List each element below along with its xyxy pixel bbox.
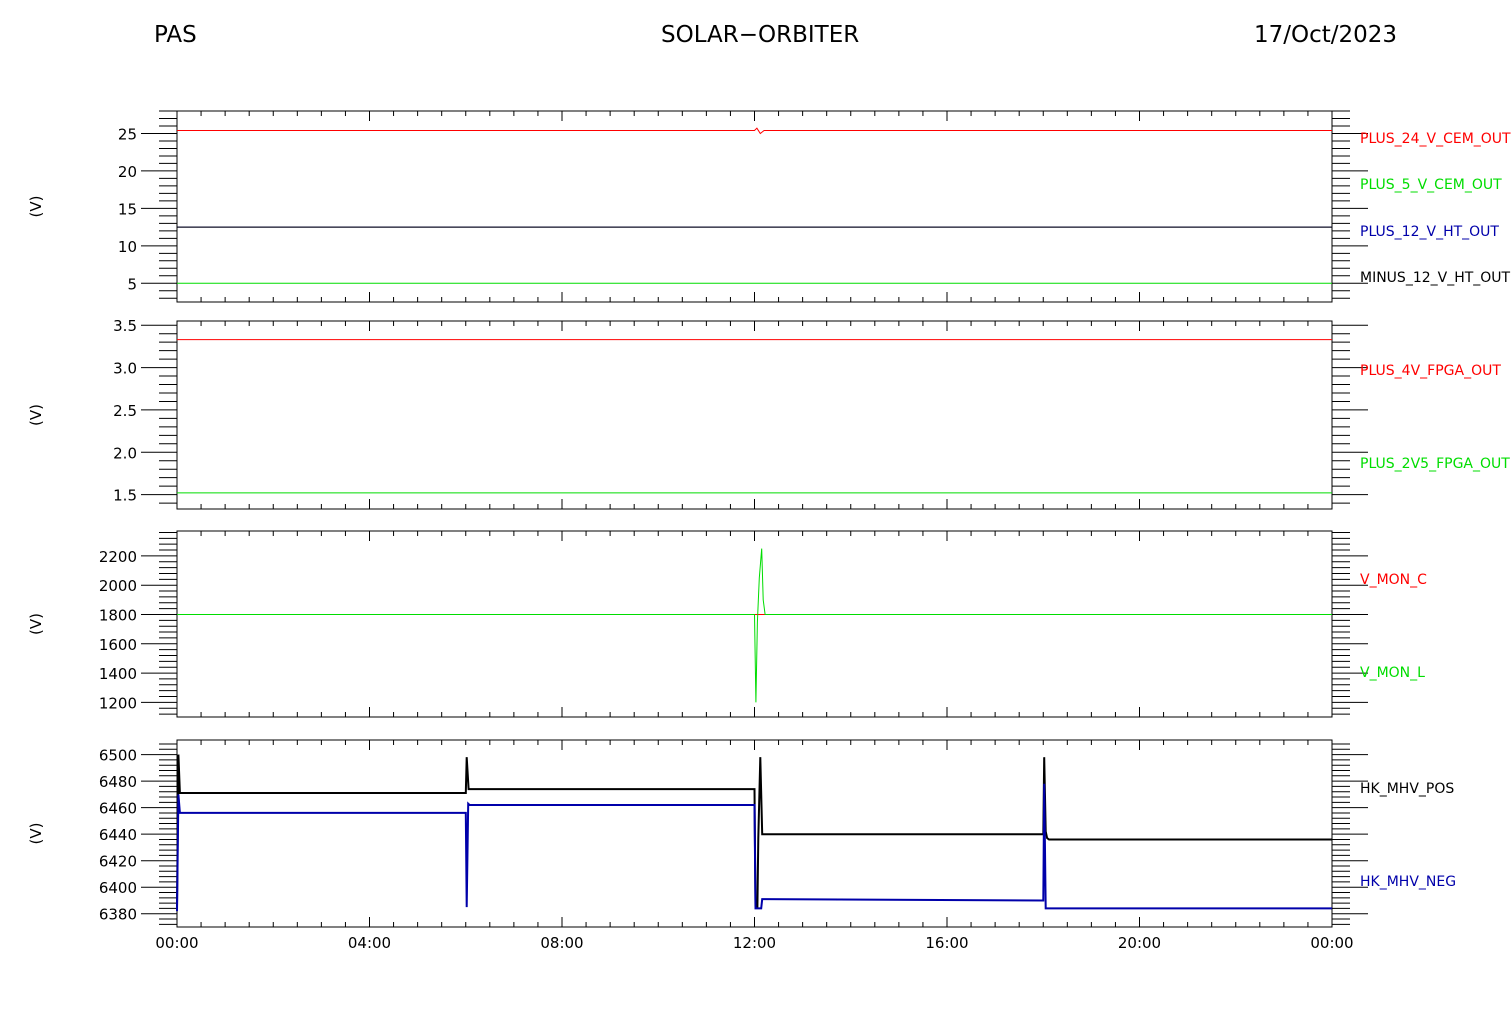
y-tick-label: 2.0	[113, 444, 137, 462]
legend-label: PLUS_24_V_CEM_OUT	[1360, 131, 1511, 147]
y-tick-label: 6460	[99, 800, 137, 818]
y-tick-label: 10	[118, 238, 137, 256]
x-tick-label: 00:00	[155, 934, 198, 952]
y-tick-label: 1800	[99, 606, 137, 624]
y-tick-label: 1200	[99, 694, 137, 712]
y-tick-label: 6480	[99, 773, 137, 791]
series-line	[177, 127, 1332, 135]
y-tick-label: 2200	[99, 548, 137, 566]
y-tick-label: 1400	[99, 665, 137, 683]
x-tick-label: 16:00	[925, 934, 968, 952]
x-tick-label: 12:00	[733, 934, 776, 952]
y-tick-label: 3.5	[113, 317, 137, 335]
legend-label: V_MON_C	[1360, 572, 1427, 588]
legend-label: PLUS_2V5_FPGA_OUT	[1360, 456, 1510, 472]
y-tick-label: 5	[127, 275, 137, 293]
x-tick-label: 20:00	[1118, 934, 1161, 952]
y-tick-label: 15	[118, 200, 137, 218]
y-tick-label: 1600	[99, 636, 137, 654]
y-tick-label: 2.5	[113, 402, 137, 420]
x-tick-label: 00:00	[1310, 934, 1353, 952]
panel-frame	[176, 110, 1333, 303]
legend-label: HK_MHV_POS	[1360, 781, 1454, 797]
y-tick-label: 20	[118, 163, 137, 181]
y-tick-label: 6420	[99, 853, 137, 871]
y-tick-label: 1.5	[113, 487, 137, 505]
y-tick-label: 3.0	[113, 360, 137, 378]
panel-frame	[176, 320, 1333, 510]
y-tick-label: 25	[118, 125, 137, 143]
legend-label: HK_MHV_NEG	[1360, 874, 1456, 890]
chart-area: 5 10 15 20 25 (V) PLUS_24_V_CEM_OUT PLUS_5_V_CE…	[27, 110, 1511, 952]
y-tick-label: 6500	[99, 747, 137, 765]
y-axis-label: (V)	[27, 196, 45, 218]
y-axis-label: (V)	[27, 613, 45, 635]
legend-label: PLUS_12_V_HT_OUT	[1360, 224, 1499, 240]
legend-label: V_MON_L	[1360, 665, 1425, 681]
series-line	[177, 548, 1332, 703]
x-tick-label: 08:00	[540, 934, 583, 952]
y-axis-label: (V)	[27, 404, 45, 426]
y-tick-label: 6400	[99, 879, 137, 897]
legend-label: PLUS_4V_FPGA_OUT	[1360, 363, 1501, 379]
y-tick-label: 6440	[99, 826, 137, 844]
x-tick-label: 04:00	[348, 934, 391, 952]
legend-label: PLUS_5_V_CEM_OUT	[1360, 177, 1502, 193]
legend-label: MINUS_12_V_HT_OUT	[1360, 270, 1511, 286]
y-tick-label: 2000	[99, 577, 137, 595]
y-tick-label: 6380	[99, 906, 137, 924]
y-axis-label: (V)	[27, 823, 45, 845]
